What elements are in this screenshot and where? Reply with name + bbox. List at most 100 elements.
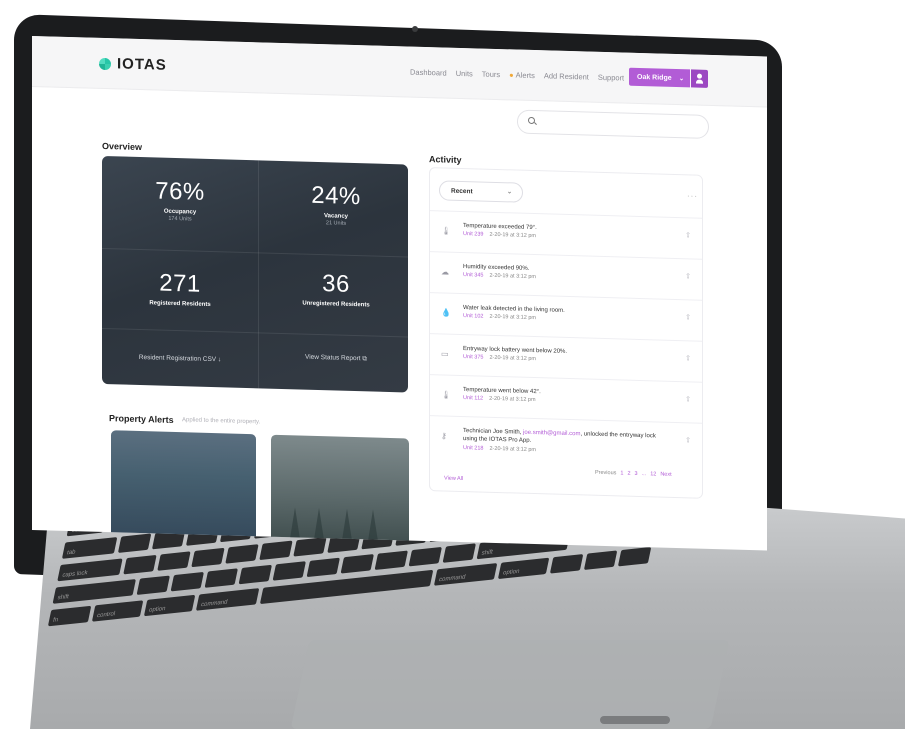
chevron-down-icon: ⌄ (678, 75, 684, 82)
key (272, 561, 306, 581)
key-command-left: command (195, 588, 260, 611)
share-icon[interactable]: ⇪ (685, 313, 691, 321)
key (170, 571, 204, 592)
key-icon: ⚷ (441, 431, 447, 441)
key-arrow-down (583, 550, 618, 570)
more-options-icon[interactable]: ··· (687, 191, 698, 200)
share-icon[interactable]: ⇪ (685, 354, 691, 362)
nav-tours[interactable]: Tours (482, 70, 500, 80)
logo-text: IOTAS (117, 55, 167, 74)
activity-meta: Unit 102 2-20-19 at 3:12 pm (463, 313, 536, 321)
key-label: control (96, 611, 116, 620)
activity-meta: Unit 345 2-20-19 at 3:12 pm (463, 272, 536, 280)
key (123, 554, 157, 575)
nav-alerts: Alerts (515, 70, 535, 81)
activity-time: 2-20-19 at 3:12 pm (489, 231, 536, 240)
nav-support[interactable]: Support (598, 73, 624, 83)
nav-add-resident[interactable]: Add Resident (544, 71, 589, 81)
property-selector[interactable]: Oak Ridge ⌄ (629, 67, 690, 88)
search-icon (528, 116, 535, 125)
key-option-left: option (143, 594, 196, 617)
logo-icon (99, 57, 111, 70)
key-shift-left: shift (52, 579, 136, 604)
key-label: option (148, 605, 166, 614)
unit-link[interactable]: Unit 112 (463, 395, 483, 402)
key (204, 568, 238, 588)
activity-filter-select[interactable]: Recent ⌄ (439, 180, 523, 203)
key (191, 547, 225, 568)
screen: IOTAS Dashboard Units Tours ● Alerts Add … (32, 36, 767, 551)
activity-time: 2-20-19 at 3:12 pm (489, 313, 536, 322)
unit-link[interactable]: Unit 239 (463, 231, 484, 238)
unit-link[interactable]: Unit 345 (463, 272, 484, 279)
registration-csv-link[interactable]: Resident Registration CSV ↓ (102, 353, 258, 364)
activity-time: 2-20-19 at 3:12 pm (489, 395, 536, 404)
activity-title-text: Technician Joe Smith, (463, 428, 524, 436)
page-link[interactable]: 3 (635, 471, 638, 477)
key-tab: tab (61, 537, 118, 559)
key (157, 551, 191, 571)
thermometer-icon: 🌡 (441, 226, 452, 236)
view-all-link[interactable]: View All (444, 476, 463, 483)
key (225, 544, 259, 564)
alert-card[interactable] (271, 434, 409, 549)
property-selector-label: Oak Ridge (637, 73, 672, 82)
key (259, 540, 293, 561)
logo[interactable]: IOTAS (99, 55, 167, 74)
user-profile-button[interactable] (691, 69, 708, 88)
activity-item[interactable]: ⚷ Technician Joe Smith, joe.smith@gmail.… (430, 415, 702, 474)
pagination-next[interactable]: Next (660, 472, 671, 478)
page-link[interactable]: 12 (650, 471, 656, 477)
battery-icon: ▭ (441, 349, 449, 359)
pagination: Previous 1 2 3 ... 12 Next (595, 470, 672, 478)
alert-card[interactable] (111, 430, 256, 545)
activity-heading: Activity (429, 154, 462, 165)
stat-label: Registered Residents (149, 300, 211, 308)
nav-units[interactable]: Units (456, 69, 473, 78)
unit-link[interactable]: Unit 218 (463, 445, 484, 452)
page-link[interactable]: 1 (620, 470, 623, 476)
water-leak-icon: 💧 (441, 308, 451, 318)
email-link[interactable]: joe.smith@gmail.com (523, 430, 580, 438)
hinge (600, 716, 670, 724)
share-icon[interactable]: ⇪ (685, 436, 691, 444)
share-icon[interactable]: ⇪ (685, 395, 691, 403)
main-nav: Dashboard Units Tours ● Alerts Add Reside… (410, 68, 624, 83)
key-fn: fn (47, 605, 92, 627)
key-control: control (91, 600, 144, 622)
alert-dot-icon: ● (509, 70, 514, 80)
key-label: command (438, 574, 466, 584)
nav-dashboard[interactable]: Dashboard (410, 68, 447, 78)
key (117, 533, 152, 553)
stat-value: 36 (322, 270, 350, 298)
key (306, 557, 340, 578)
key-label: command (200, 599, 228, 609)
overview-card: 76% Occupancy 174 Units 24% Vacancy 21 U… (102, 155, 408, 393)
status-report-link[interactable]: View Status Report ⧉ (258, 352, 408, 364)
chevron-down-icon: ⌄ (506, 189, 512, 196)
key-label: shift (56, 594, 70, 602)
activity-meta: Unit 112 2-20-19 at 3:12 pm (463, 395, 536, 403)
unit-link[interactable]: Unit 375 (463, 354, 484, 361)
stat-value: 24% (311, 181, 361, 211)
key-label: tab (66, 549, 76, 557)
activity-time: 2-20-19 at 3:12 pm (489, 354, 536, 363)
key-label: shift (480, 549, 494, 557)
nav-alerts-item[interactable]: ● Alerts (509, 70, 535, 80)
key (442, 543, 476, 563)
thermometer-icon: 🌡 (441, 390, 452, 400)
activity-filter-label: Recent (451, 187, 473, 196)
key-option-right: option (497, 557, 550, 580)
page-link[interactable]: 2 (627, 471, 630, 477)
activity-time: 2-20-19 at 3:12 pm (489, 272, 536, 281)
activity-meta: Unit 375 2-20-19 at 3:12 pm (463, 354, 536, 362)
pagination-previous[interactable]: Previous (595, 470, 616, 477)
activity-meta: Unit 218 2-20-19 at 3:12 pm (463, 445, 536, 453)
key-arrow-left (549, 554, 584, 574)
search-input[interactable] (517, 109, 709, 139)
share-icon[interactable]: ⇪ (685, 272, 691, 280)
share-icon[interactable]: ⇪ (685, 231, 691, 239)
key-command-right: command (433, 563, 498, 586)
divider (102, 247, 408, 258)
unit-link[interactable]: Unit 102 (463, 313, 484, 320)
